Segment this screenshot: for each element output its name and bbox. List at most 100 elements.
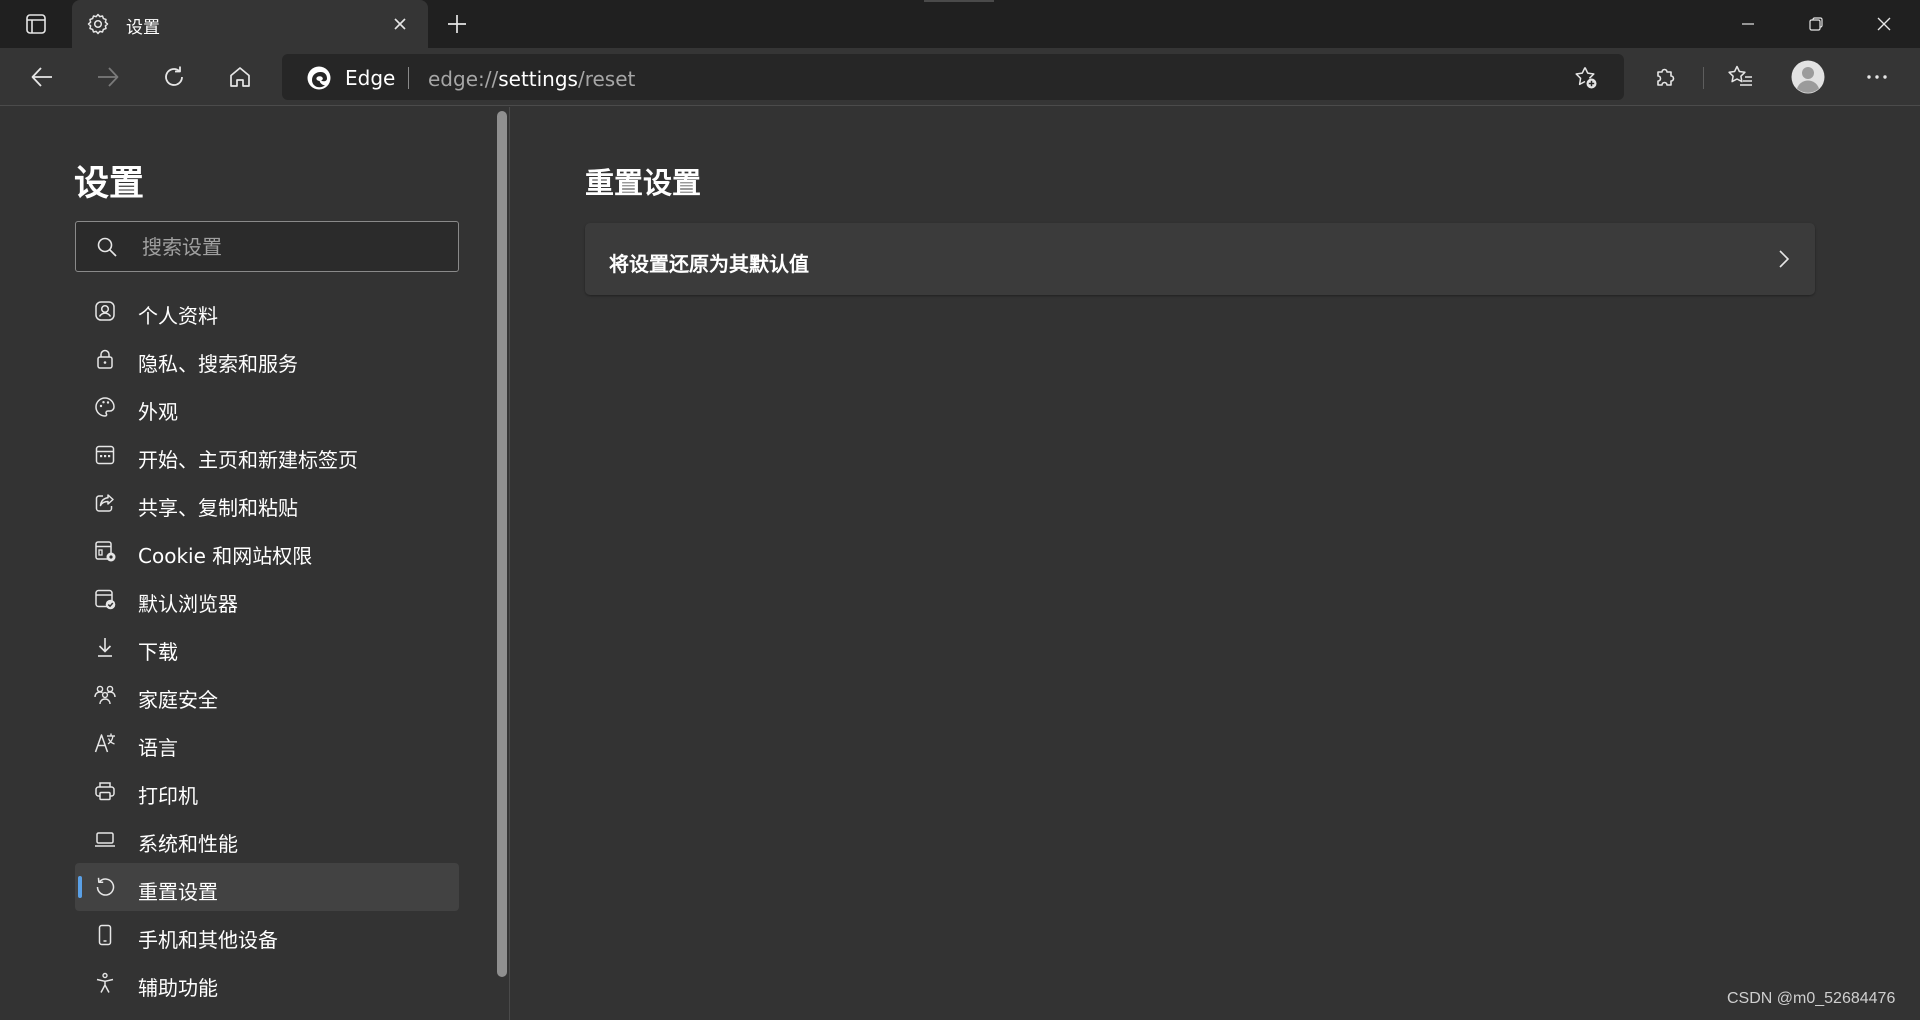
url-text[interactable]: edge://settings/reset (428, 67, 635, 91)
arrow-right-icon (98, 67, 119, 87)
sidebar-item-appearance[interactable]: 外观 (75, 383, 459, 431)
site-permissions-icon (93, 539, 117, 563)
address-divider (408, 67, 409, 89)
browser-toolbar: Edge edge://settings/reset (0, 48, 1920, 106)
share-icon (93, 491, 117, 515)
family-icon (93, 683, 117, 707)
download-icon (93, 635, 117, 659)
sidebar-item-profile[interactable]: 个人资料 (75, 287, 459, 335)
palette-icon (93, 395, 117, 419)
sidebar-item-label: 下载 (138, 640, 178, 664)
sidebar-item-default-browser[interactable]: 默认浏览器 (75, 575, 459, 623)
settings-sidebar: 设置 个人资料 隐私、搜索和服务 外观 (0, 107, 508, 1020)
chevron-right-icon (1771, 247, 1795, 271)
favorites-button[interactable] (1720, 58, 1760, 96)
page-title: 重置设置 (585, 166, 702, 200)
extensions-button[interactable] (1646, 58, 1686, 96)
sidebar-item-share-copy-paste[interactable]: 共享、复制和粘贴 (75, 479, 459, 527)
start-page-icon (93, 443, 117, 467)
puzzle-icon (1657, 68, 1675, 86)
content-divider (509, 107, 510, 1020)
sidebar-item-reset-settings[interactable]: 重置设置 (75, 863, 459, 911)
url-scheme: edge:// (428, 67, 499, 91)
sidebar-item-downloads[interactable]: 下载 (75, 623, 459, 671)
sidebar-item-start-home-newtab[interactable]: 开始、主页和新建标签页 (75, 431, 459, 479)
sidebar-item-languages[interactable]: 语言 (75, 719, 459, 767)
favorites-icon (1728, 65, 1752, 86)
close-window-button[interactable] (1850, 0, 1918, 48)
sidebar-item-accessibility[interactable]: 辅助功能 (75, 959, 459, 1007)
sidebar-item-label: 共享、复制和粘贴 (138, 496, 298, 520)
settings-and-more-button[interactable] (1857, 58, 1897, 96)
profile-button[interactable] (1788, 58, 1828, 96)
arrow-left-icon (31, 67, 52, 87)
restore-defaults-button[interactable]: 将设置还原为其默认值 (585, 223, 1815, 295)
close-tab-icon[interactable] (388, 12, 412, 36)
sidebar-item-system-performance[interactable]: 系统和性能 (75, 815, 459, 863)
sidebar-item-label: 重置设置 (138, 880, 218, 904)
profile-icon (93, 299, 117, 323)
restore-button[interactable] (1782, 0, 1850, 48)
settings-nav-list: 个人资料 隐私、搜索和服务 外观 开始、主页和新建标签页 共享、复制和粘贴 Co… (75, 287, 459, 1007)
accessibility-icon (93, 971, 117, 995)
settings-search-box[interactable] (75, 221, 459, 272)
phone-icon (93, 923, 117, 947)
reset-icon (93, 875, 117, 899)
title-bar: 设置 (0, 0, 1920, 48)
sidebar-item-label: Cookie 和网站权限 (138, 544, 313, 568)
tab-actions-button[interactable] (16, 7, 56, 41)
search-input[interactable] (142, 232, 442, 262)
plus-icon (448, 15, 466, 33)
sidebar-item-label: 外观 (138, 400, 178, 424)
laptop-icon (93, 827, 117, 851)
home-icon (230, 67, 250, 87)
watermark-text: CSDN @m0_52684476 (1727, 990, 1896, 1007)
restore-defaults-label: 将设置还原为其默认值 (609, 252, 809, 276)
selection-indicator (78, 876, 82, 898)
sidebar-item-label: 辅助功能 (138, 976, 218, 1000)
url-host: settings (498, 67, 578, 91)
address-bar[interactable]: Edge edge://settings/reset (282, 54, 1624, 100)
sidebar-item-phone-devices[interactable]: 手机和其他设备 (75, 911, 459, 959)
sidebar-item-label: 打印机 (138, 784, 198, 808)
restore-icon (1809, 17, 1823, 31)
sidebar-item-cookies-site-permissions[interactable]: Cookie 和网站权限 (75, 527, 459, 575)
toolbar-divider (1703, 67, 1704, 89)
tab-title: 设置 (126, 18, 160, 38)
sidebar-item-label: 开始、主页和新建标签页 (138, 448, 358, 472)
sidebar-item-printers[interactable]: 打印机 (75, 767, 459, 815)
sidebar-title: 设置 (74, 164, 145, 204)
sidebar-item-family-safety[interactable]: 家庭安全 (75, 671, 459, 719)
sidebar-item-privacy[interactable]: 隐私、搜索和服务 (75, 335, 459, 383)
home-button[interactable] (220, 58, 260, 96)
forward-button[interactable] (88, 58, 128, 96)
url-path: /reset (577, 67, 636, 91)
language-icon (93, 731, 117, 755)
lock-icon (93, 347, 117, 371)
site-identity-label: Edge (345, 66, 396, 90)
back-button[interactable] (22, 58, 62, 96)
new-tab-button[interactable] (440, 8, 474, 40)
minimize-icon (1742, 23, 1754, 25)
sidebar-item-label: 语言 (138, 736, 178, 760)
default-browser-icon (93, 587, 117, 611)
refresh-icon (165, 66, 183, 86)
refresh-button[interactable] (154, 58, 194, 96)
add-favorite-icon[interactable] (1572, 64, 1600, 92)
minimize-button[interactable] (1714, 0, 1782, 48)
sidebar-item-label: 个人资料 (138, 304, 218, 328)
search-icon (96, 236, 118, 258)
tab-actions-icon (26, 14, 46, 34)
edge-logo-icon (306, 65, 332, 91)
tab-settings[interactable]: 设置 (72, 0, 428, 48)
avatar (1791, 60, 1825, 94)
gear-icon (86, 12, 110, 36)
more-horizontal-icon (1867, 75, 1887, 79)
sidebar-item-label: 手机和其他设备 (138, 928, 278, 952)
close-icon (1877, 17, 1891, 31)
scrollbar-thumb[interactable] (497, 111, 507, 977)
sidebar-scrollbar[interactable] (496, 107, 508, 1020)
window-drag-indicator (924, 0, 994, 2)
sidebar-item-label: 默认浏览器 (138, 592, 238, 616)
sidebar-item-label: 家庭安全 (138, 688, 218, 712)
